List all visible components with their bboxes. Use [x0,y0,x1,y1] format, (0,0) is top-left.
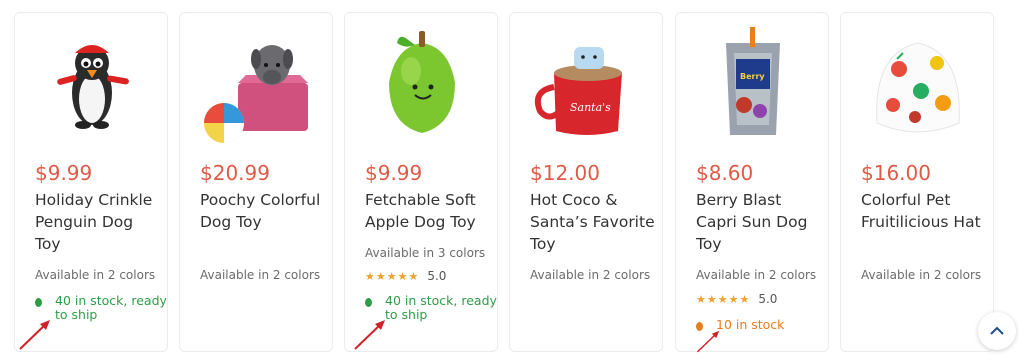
product-title[interactable]: Holiday Crinkle Penguin Dog Toy [35,189,161,255]
product-rating: ★★★★★ 5.0 [696,292,777,306]
red-arrow-icon [696,330,720,353]
product-card-penguin[interactable]: $9.99 Holiday Crinkle Penguin Dog Toy Av… [14,12,168,352]
product-card-capri-sun[interactable]: Berry $8.60 Berry Blast Capri Sun Dog To… [675,12,829,352]
penguin-toy-image[interactable] [15,13,169,153]
poochy-toy-image[interactable] [180,13,334,153]
scroll-to-top-button[interactable] [978,312,1016,350]
color-availability: Available in 2 colors [35,268,156,282]
star-rating-icon: ★★★★★ [696,293,751,306]
product-rating: ★★★★★ 5.0 [365,269,446,283]
product-price: $9.99 [35,161,93,185]
product-title[interactable]: Fetchable Soft Apple Dog Toy [365,189,491,233]
rating-value: 5.0 [427,269,447,283]
color-availability: Available in 2 colors [861,268,982,282]
product-card-apple[interactable]: $9.99 Fetchable Soft Apple Dog Toy Avail… [344,12,498,352]
chevron-up-icon [990,326,1004,335]
color-availability: Available in 2 colors [696,268,817,282]
product-title[interactable]: Colorful Pet Fruitilicious Hat [861,189,987,233]
product-price: $16.00 [861,161,931,185]
product-price: $9.99 [365,161,423,185]
stock-dot-icon [35,298,42,307]
hot-coco-toy-image[interactable]: Santa's [510,13,664,153]
red-arrow-icon [354,320,385,350]
stock-dot-icon [365,298,372,307]
color-availability: Available in 3 colors [365,246,486,260]
capri-sun-toy-image[interactable]: Berry [676,13,830,153]
apple-toy-image[interactable] [345,13,499,153]
rating-value: 5.0 [758,292,778,306]
color-availability: Available in 2 colors [530,268,651,282]
red-arrow-icon [19,320,50,350]
product-card-fruit-hat[interactable]: $16.00 Colorful Pet Fruitilicious Hat Av… [840,12,994,352]
mug-lettering: Santa's [570,101,611,114]
product-title[interactable]: Hot Coco & Santa’s Favorite Toy [530,189,656,255]
product-price: $12.00 [530,161,600,185]
product-title[interactable]: Poochy Colorful Dog Toy [200,189,326,233]
color-availability: Available in 2 colors [200,268,321,282]
product-card-poochy[interactable]: $20.99 Poochy Colorful Dog Toy Available… [179,12,333,352]
product-price: $20.99 [200,161,270,185]
product-title[interactable]: Berry Blast Capri Sun Dog Toy [696,189,822,255]
pouch-lettering: Berry [740,72,765,81]
product-card-hot-coco[interactable]: Santa's $12.00 Hot Coco & Santa’s Favori… [509,12,663,352]
product-price: $8.60 [696,161,754,185]
star-rating-icon: ★★★★★ [365,270,420,283]
fruit-hat-image[interactable] [841,13,995,153]
